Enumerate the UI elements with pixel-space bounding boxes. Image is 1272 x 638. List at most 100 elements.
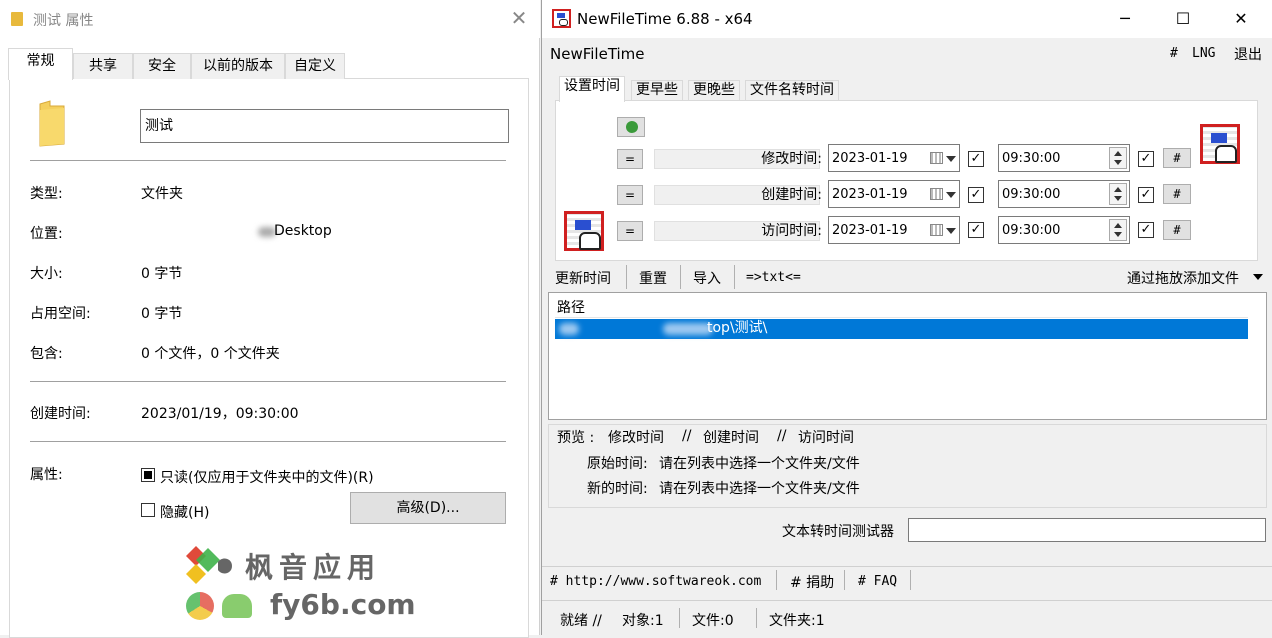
row-accessed-date-input[interactable]: 2023-01-19 — [828, 216, 960, 244]
chevron-down-icon[interactable] — [946, 156, 956, 162]
time-spinner[interactable] — [1109, 147, 1127, 169]
type-label: 类型: — [30, 186, 63, 202]
disk-size-value: 0 字节 — [141, 306, 183, 322]
status-separator — [756, 608, 757, 628]
text-time-tester-input[interactable] — [908, 518, 1266, 542]
location-value: Desktop — [274, 223, 332, 239]
row-accessed-hash-button[interactable]: # — [1163, 220, 1191, 240]
tab-security[interactable]: 安全 — [133, 53, 191, 79]
reset-button[interactable]: 重置 — [639, 268, 667, 288]
tab-set-time[interactable]: 设置时间 — [559, 76, 625, 102]
faq-link[interactable]: # FAQ — [858, 574, 897, 589]
donate-link[interactable]: # 捐助 — [790, 572, 834, 592]
preview-separator: // — [682, 428, 692, 444]
row-accessed-equal-button[interactable]: = — [617, 221, 643, 241]
update-time-button[interactable]: 更新时间 — [555, 268, 611, 288]
blurred-path — [663, 323, 713, 335]
row-created-date-input[interactable]: 2023-01-19 — [828, 180, 960, 208]
preview-modified: 修改时间 — [608, 430, 664, 446]
calendar-icon[interactable] — [930, 152, 943, 164]
status-bar: 就绪 // 对象:1 文件:0 文件夹:1 — [542, 600, 1272, 635]
row-created-date-checkbox[interactable]: ✓ — [968, 187, 984, 203]
row-accessed-date-checkbox[interactable]: ✓ — [968, 222, 984, 238]
hidden-checkbox[interactable] — [141, 503, 155, 517]
divider — [30, 160, 506, 161]
tab-customize[interactable]: 自定义 — [285, 53, 345, 79]
android-icon — [222, 594, 252, 618]
type-value: 文件夹 — [141, 186, 183, 202]
row-created-time: 09:30:00 — [1002, 187, 1061, 202]
properties-title: 测试 属性 — [33, 13, 94, 29]
folder-name-input[interactable]: 测试 — [140, 109, 509, 143]
blurred-path — [559, 323, 579, 335]
drag-add-files-menu[interactable]: 通过拖放添加文件 — [1127, 268, 1239, 288]
row-modified-date-checkbox[interactable]: ✓ — [968, 151, 984, 167]
website-link[interactable]: # http://www.softwareok.com — [550, 574, 761, 589]
minimize-icon[interactable]: ─ — [1102, 0, 1148, 38]
created-value: 2023/01/19，09:30:00 — [141, 406, 299, 422]
new-time-value: 请在列表中选择一个文件夹/文件 — [659, 481, 860, 497]
menubar: NewFileTime # LNG 退出 — [542, 38, 1272, 68]
folder-icon — [38, 100, 66, 148]
menu-exit[interactable]: 退出 — [1234, 44, 1262, 64]
app-logo-icon — [1200, 124, 1240, 164]
list-item-path: top\测试\ — [707, 320, 768, 336]
chevron-down-icon[interactable] — [946, 228, 956, 234]
chevron-down-icon[interactable] — [1253, 274, 1263, 280]
maximize-icon[interactable]: ☐ — [1160, 0, 1206, 38]
row-modified-time-checkbox[interactable]: ✓ — [1138, 151, 1154, 167]
row-modified-equal-button[interactable]: = — [617, 149, 643, 169]
preview-separator: // — [777, 428, 787, 444]
time-spinner[interactable] — [1109, 183, 1127, 205]
status-separator — [679, 608, 680, 628]
row-accessed-time: 09:30:00 — [1002, 223, 1061, 238]
link-separator — [844, 570, 845, 590]
link-bar: # http://www.softwareok.com # 捐助 # FAQ — [542, 566, 1272, 596]
tab-previous-versions[interactable]: 以前的版本 — [191, 53, 285, 79]
time-spinner[interactable] — [1109, 219, 1127, 241]
row-created-hash-button[interactable]: # — [1163, 184, 1191, 204]
size-label: 大小: — [30, 266, 63, 282]
undo-icon[interactable] — [617, 117, 645, 137]
created-label: 创建时间: — [30, 406, 91, 422]
close-icon[interactable]: ✕ — [1218, 0, 1264, 38]
preview-title: 预览 : — [557, 430, 595, 446]
tab-filename-to-time[interactable]: 文件名转时间 — [745, 80, 839, 101]
readonly-checkbox[interactable] — [141, 468, 155, 482]
file-list[interactable]: 路径 top\测试\ — [548, 292, 1267, 420]
preview-created: 创建时间 — [703, 430, 759, 446]
close-icon[interactable]: ✕ — [508, 8, 530, 30]
list-header-path[interactable]: 路径 — [557, 297, 585, 317]
app-label: NewFileTime — [550, 45, 645, 63]
advanced-button[interactable]: 高级(D)... — [350, 492, 506, 524]
status-objects: 对象:1 — [622, 613, 664, 629]
row-created-time-input[interactable]: 09:30:00 — [998, 180, 1130, 208]
tab-general[interactable]: 常规 — [8, 48, 73, 80]
newfiletime-window: NewFileTime 6.88 - x64 ─ ☐ ✕ NewFileTime… — [541, 0, 1272, 635]
import-button[interactable]: 导入 — [693, 268, 721, 288]
row-modified-time-input[interactable]: 09:30:00 — [998, 144, 1130, 172]
row-accessed-time-input[interactable]: 09:30:00 — [998, 216, 1130, 244]
txt-button[interactable]: =>txt<= — [746, 270, 801, 285]
properties-window: 测试 属性 ✕ 常规 共享 安全 以前的版本 自定义 测试 类型: 文件夹 位置… — [0, 0, 540, 638]
link-separator — [776, 570, 777, 590]
chevron-down-icon[interactable] — [946, 192, 956, 198]
tab-later[interactable]: 更晚些 — [688, 80, 740, 101]
list-item[interactable]: top\测试\ — [555, 319, 1248, 339]
menu-lng[interactable]: LNG — [1192, 46, 1215, 61]
row-created-time-checkbox[interactable]: ✓ — [1138, 187, 1154, 203]
calendar-icon[interactable] — [930, 224, 943, 236]
row-accessed-time-checkbox[interactable]: ✓ — [1138, 222, 1154, 238]
calendar-icon[interactable] — [930, 188, 943, 200]
window-title: NewFileTime 6.88 - x64 — [577, 10, 753, 28]
original-time-value: 请在列表中选择一个文件夹/文件 — [659, 456, 860, 472]
row-modified-hash-button[interactable]: # — [1163, 148, 1191, 168]
row-accessed-label: 访问时间: — [761, 223, 822, 239]
tab-earlier[interactable]: 更早些 — [631, 80, 683, 101]
row-created-label: 创建时间: — [761, 187, 822, 203]
menu-hash[interactable]: # — [1170, 46, 1178, 61]
row-modified-date-input[interactable]: 2023-01-19 — [828, 144, 960, 172]
row-created-equal-button[interactable]: = — [617, 185, 643, 205]
tab-sharing[interactable]: 共享 — [73, 53, 133, 79]
text-time-tester-label: 文本转时间测试器 — [782, 524, 894, 540]
